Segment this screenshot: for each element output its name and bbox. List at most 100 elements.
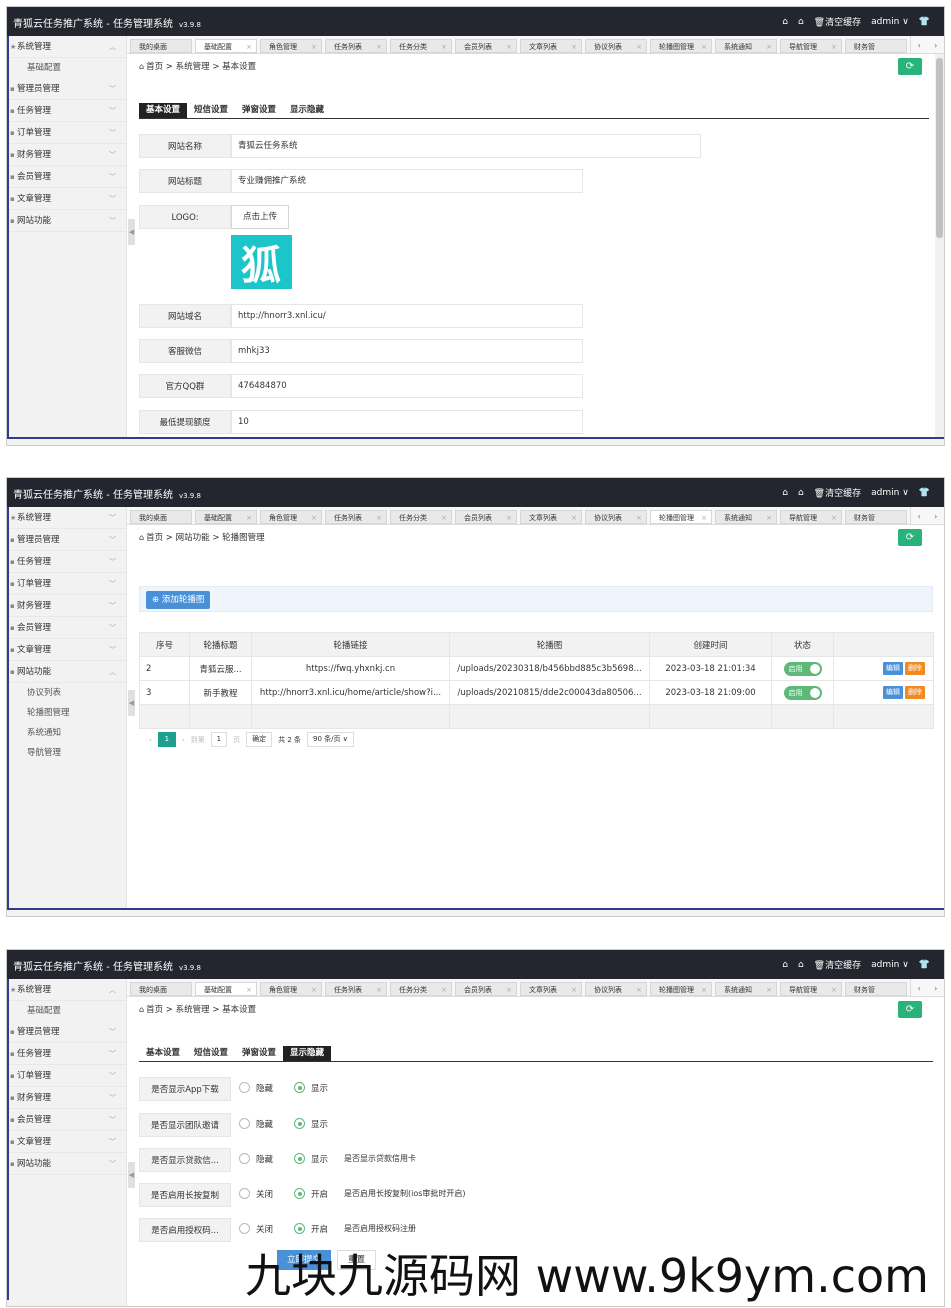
theme-icon[interactable]: 👕 xyxy=(919,960,930,970)
tab-banner[interactable]: 轮播图管理 × xyxy=(650,39,712,53)
upload-logo-button[interactable]: 点击上传 xyxy=(231,205,289,229)
close-icon[interactable]: × xyxy=(571,40,577,53)
add-banner-button[interactable]: ⊕ 添加轮播图 xyxy=(146,591,211,609)
close-icon[interactable]: × xyxy=(571,983,577,996)
sidebar-item-article[interactable]: ▪ 文章管理 ﹀ xyxy=(7,639,126,661)
edit-button[interactable]: 编辑 xyxy=(883,662,903,675)
sidebar-item-system[interactable]: ★系统管理 ︿ xyxy=(7,36,126,58)
close-icon[interactable]: × xyxy=(376,983,382,996)
tab-role[interactable]: 角色管理 × xyxy=(260,982,322,996)
radio-hide[interactable]: 隐藏 xyxy=(239,1077,273,1101)
tab-protocol-list[interactable]: 协议列表 × xyxy=(585,39,647,53)
sidebar-subitem-protocol[interactable]: 协议列表 xyxy=(7,683,126,703)
close-icon[interactable]: × xyxy=(701,983,707,996)
close-icon[interactable]: × xyxy=(766,511,772,524)
radio-show[interactable]: 显示 xyxy=(294,1148,328,1172)
radio-show[interactable]: 显示 xyxy=(294,1077,328,1101)
clear-cache-button[interactable]: 🗑清空缓存 xyxy=(814,486,861,499)
delete-button[interactable]: 删除 xyxy=(905,662,925,675)
sidebar-item-website[interactable]: ▪ 网站功能 ﹀ xyxy=(7,210,126,232)
radio-on[interactable]: 开启 xyxy=(294,1218,328,1242)
sidebar-item-system[interactable]: ★系统管理 ﹀ xyxy=(7,507,126,529)
close-icon[interactable]: × xyxy=(571,511,577,524)
close-icon[interactable]: × xyxy=(311,511,317,524)
sidebar-collapse-handle[interactable]: ◀ xyxy=(128,690,135,716)
sidebar-item-task[interactable]: ▪ 任务管理 ﹀ xyxy=(7,551,126,573)
sidebar-item-member[interactable]: ▪ 会员管理 ﹀ xyxy=(7,1109,126,1131)
tab-popup-settings[interactable]: 弹窗设置 xyxy=(235,103,283,118)
chevron-left-icon[interactable]: ‹ xyxy=(918,512,921,521)
sidebar-item-website[interactable]: ▪ 网站功能 ︿ xyxy=(7,661,126,683)
wechat-input[interactable]: mhkj33 xyxy=(231,339,583,363)
close-icon[interactable]: × xyxy=(441,40,447,53)
tab-article-list[interactable]: 文章列表 × xyxy=(520,982,582,996)
tab-desktop[interactable]: 我的桌面 xyxy=(130,982,192,996)
tab-nav[interactable]: 导航管理 × xyxy=(780,39,842,53)
chevron-left-icon[interactable]: ‹ xyxy=(918,41,921,50)
tab-sms-settings[interactable]: 短信设置 xyxy=(187,103,235,118)
close-icon[interactable]: × xyxy=(441,511,447,524)
qq-group-input[interactable]: 476484870 xyxy=(231,374,583,398)
status-toggle[interactable]: 启用 xyxy=(783,685,822,700)
sidebar-item-order[interactable]: ▪ 订单管理 ﹀ xyxy=(7,1065,126,1087)
next-page-icon[interactable]: › xyxy=(182,736,185,744)
theme-icon[interactable]: 👕 xyxy=(919,17,930,27)
chevron-left-icon[interactable]: ‹ xyxy=(918,984,921,993)
per-page-select[interactable]: 90 条/页 ∨ xyxy=(307,732,354,747)
clear-cache-button[interactable]: 🗑清空缓存 xyxy=(814,15,861,28)
tab-task-category[interactable]: 任务分类 × xyxy=(390,982,452,996)
refresh-button[interactable]: ⟳ xyxy=(898,529,922,546)
tab-notice[interactable]: 系统通知 × xyxy=(715,510,777,524)
close-icon[interactable]: × xyxy=(831,983,837,996)
close-icon[interactable]: × xyxy=(831,40,837,53)
sidebar-item-task[interactable]: ▪ 任务管理 ﹀ xyxy=(7,1043,126,1065)
radio-off[interactable]: 关闭 xyxy=(239,1218,273,1242)
close-icon[interactable]: × xyxy=(701,511,707,524)
tab-member-list[interactable]: 会员列表 × xyxy=(455,982,517,996)
tab-task-category[interactable]: 任务分类 × xyxy=(390,39,452,53)
chevron-right-icon[interactable]: › xyxy=(934,512,937,521)
sidebar-item-order[interactable]: ▪ 订单管理 ﹀ xyxy=(7,122,126,144)
sidebar-subitem-nav[interactable]: 导航管理 xyxy=(7,743,126,763)
radio-on[interactable]: 开启 xyxy=(294,1183,328,1207)
tab-protocol-list[interactable]: 协议列表 × xyxy=(585,510,647,524)
close-icon[interactable]: × xyxy=(441,983,447,996)
tab-member-list[interactable]: 会员列表 × xyxy=(455,510,517,524)
radio-hide[interactable]: 隐藏 xyxy=(239,1113,273,1137)
close-icon[interactable]: × xyxy=(506,511,512,524)
sidebar-item-member[interactable]: ▪ 会员管理 ﹀ xyxy=(7,617,126,639)
tab-role[interactable]: 角色管理 × xyxy=(260,39,322,53)
tab-finance[interactable]: 财务管 xyxy=(845,39,907,53)
user-menu[interactable]: admin ∨ xyxy=(871,960,909,970)
sidebar-item-article[interactable]: ▪ 文章管理 ﹀ xyxy=(7,188,126,210)
sidebar-subitem-basic-config[interactable]: 基础配置 xyxy=(7,1001,126,1021)
sidebar-item-task[interactable]: ▪ 任务管理 ﹀ xyxy=(7,100,126,122)
chevron-right-icon[interactable]: › xyxy=(934,984,937,993)
sidebar-item-order[interactable]: ▪ 订单管理 ﹀ xyxy=(7,573,126,595)
chevron-right-icon[interactable]: › xyxy=(934,41,937,50)
tab-notice[interactable]: 系统通知 × xyxy=(715,39,777,53)
site-domain-input[interactable]: http://hnorr3.xnl.icu/ xyxy=(231,304,583,328)
home-icon[interactable]: ⌂ xyxy=(782,960,788,970)
sidebar-item-system[interactable]: ★系统管理 ︿ xyxy=(7,979,126,1001)
tab-role[interactable]: 角色管理 × xyxy=(260,510,322,524)
site-title-input[interactable]: 专业赚佣推广系统 xyxy=(231,169,583,193)
tab-nav[interactable]: 导航管理 × xyxy=(780,510,842,524)
close-icon[interactable]: × xyxy=(506,40,512,53)
sidebar-item-admin[interactable]: ▪ 管理员管理 ﹀ xyxy=(7,78,126,100)
tab-basic-config[interactable]: 基础配置 × xyxy=(195,510,257,524)
tab-display-settings[interactable]: 显示隐藏 xyxy=(283,103,331,118)
goto-confirm-button[interactable]: 确定 xyxy=(246,732,273,747)
close-icon[interactable]: × xyxy=(311,40,317,53)
home-icon[interactable]: ⌂ xyxy=(798,17,804,27)
home-icon[interactable]: ⌂ xyxy=(782,488,788,498)
tab-desktop[interactable]: 我的桌面 xyxy=(130,510,192,524)
tab-popup-settings[interactable]: 弹窗设置 xyxy=(235,1046,283,1061)
sidebar-item-finance[interactable]: ▪ 财务管理 ﹀ xyxy=(7,1087,126,1109)
site-name-input[interactable]: 青狐云任务系统 xyxy=(231,134,701,158)
page-number-current[interactable]: 1 xyxy=(157,732,176,747)
tab-task-list[interactable]: 任务列表 × xyxy=(325,39,387,53)
close-icon[interactable]: × xyxy=(376,511,382,524)
tab-finance[interactable]: 财务管 xyxy=(845,510,907,524)
sidebar-subitem-notice[interactable]: 系统通知 xyxy=(7,723,126,743)
